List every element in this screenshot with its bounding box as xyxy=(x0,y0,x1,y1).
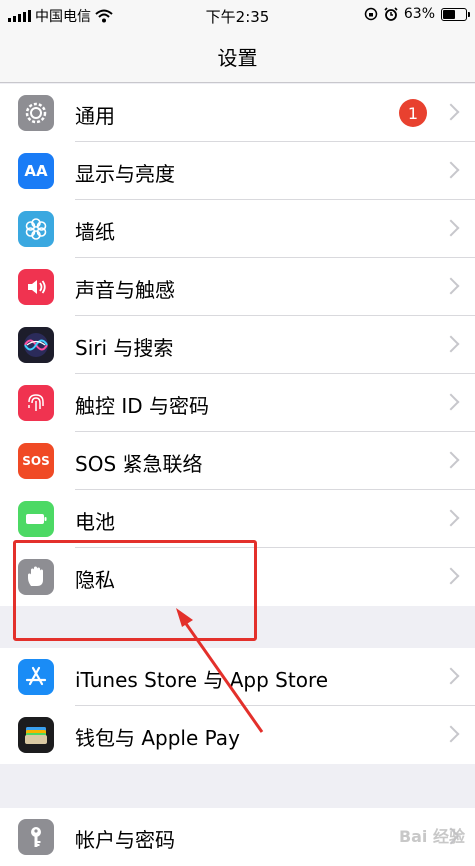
row-label: Siri 与搜索 xyxy=(75,336,174,360)
row-label: iTunes Store 与 App Store xyxy=(75,668,329,692)
row-label: 钱包与 Apple Pay xyxy=(75,726,240,750)
settings-row-display-brightness[interactable]: AA 显示与亮度 xyxy=(0,142,475,200)
notification-badge: 1 xyxy=(399,99,427,127)
chevron-right-icon xyxy=(442,393,460,411)
chevron-right-icon xyxy=(442,335,460,353)
display-brightness-icon: AA xyxy=(18,153,54,189)
wallpaper-flower-icon xyxy=(18,211,54,247)
orientation-lock-icon xyxy=(364,7,378,21)
settings-row-emergency-sos[interactable]: SOS SOS 紧急联络 xyxy=(0,432,475,490)
gear-icon xyxy=(18,95,54,131)
battery-percent: 63% xyxy=(403,6,435,22)
chevron-right-icon xyxy=(442,725,460,743)
settings-row-sounds-haptics[interactable]: 声音与触感 xyxy=(0,258,475,316)
status-right: 63% xyxy=(364,6,470,22)
watermark: Bai 经验 xyxy=(398,827,465,846)
settings-row-general[interactable]: 通用 1 xyxy=(0,84,475,142)
chevron-right-icon xyxy=(442,161,460,179)
row-label: 帐户与密码 xyxy=(75,828,175,852)
fingerprint-icon xyxy=(18,385,54,421)
chevron-right-icon xyxy=(442,667,460,685)
settings-row-touchid-passcode[interactable]: 触控 ID 与密码 xyxy=(0,374,475,432)
row-label: 触控 ID 与密码 xyxy=(75,394,210,418)
row-label: 电池 xyxy=(75,510,115,534)
navigation-bar: 设置 xyxy=(0,28,475,83)
chevron-right-icon xyxy=(442,277,460,295)
settings-row-wallpaper[interactable]: 墙纸 xyxy=(0,200,475,258)
chevron-right-icon xyxy=(442,567,460,585)
siri-icon xyxy=(18,327,54,363)
sos-icon: SOS xyxy=(18,443,54,479)
row-label: 显示与亮度 xyxy=(75,162,175,186)
settings-row-itunes-app-store[interactable]: iTunes Store 与 App Store xyxy=(0,648,475,706)
row-label: 墙纸 xyxy=(75,220,115,244)
wallet-icon xyxy=(18,717,54,753)
status-bar: 中国电信 下午2:35 63% xyxy=(0,0,475,28)
page-title: 设置 xyxy=(217,46,258,70)
chevron-right-icon xyxy=(442,451,460,469)
app-store-icon xyxy=(18,659,54,695)
chevron-right-icon xyxy=(442,509,460,527)
chevron-right-icon xyxy=(442,219,460,237)
battery-icon xyxy=(18,501,54,537)
speaker-icon xyxy=(18,269,54,305)
row-label: SOS 紧急联络 xyxy=(75,452,203,476)
row-label: 声音与触感 xyxy=(75,278,175,302)
key-icon xyxy=(18,819,54,855)
settings-row-wallet-apple-pay[interactable]: 钱包与 Apple Pay xyxy=(0,706,475,764)
settings-row-siri-search[interactable]: Siri 与搜索 xyxy=(0,316,475,374)
settings-group-stores: iTunes Store 与 App Store 钱包与 Apple Pay xyxy=(0,648,475,764)
annotation-highlight-box xyxy=(13,540,257,641)
alarm-clock-icon xyxy=(384,7,398,21)
row-label: 通用 xyxy=(75,104,115,128)
settings-group-main: 通用 1 AA 显示与亮度 墙纸 声音与触感 Siri 与搜索 触控 ID 与密… xyxy=(0,84,475,606)
chevron-right-icon xyxy=(442,103,460,121)
battery-status-icon xyxy=(441,7,470,21)
